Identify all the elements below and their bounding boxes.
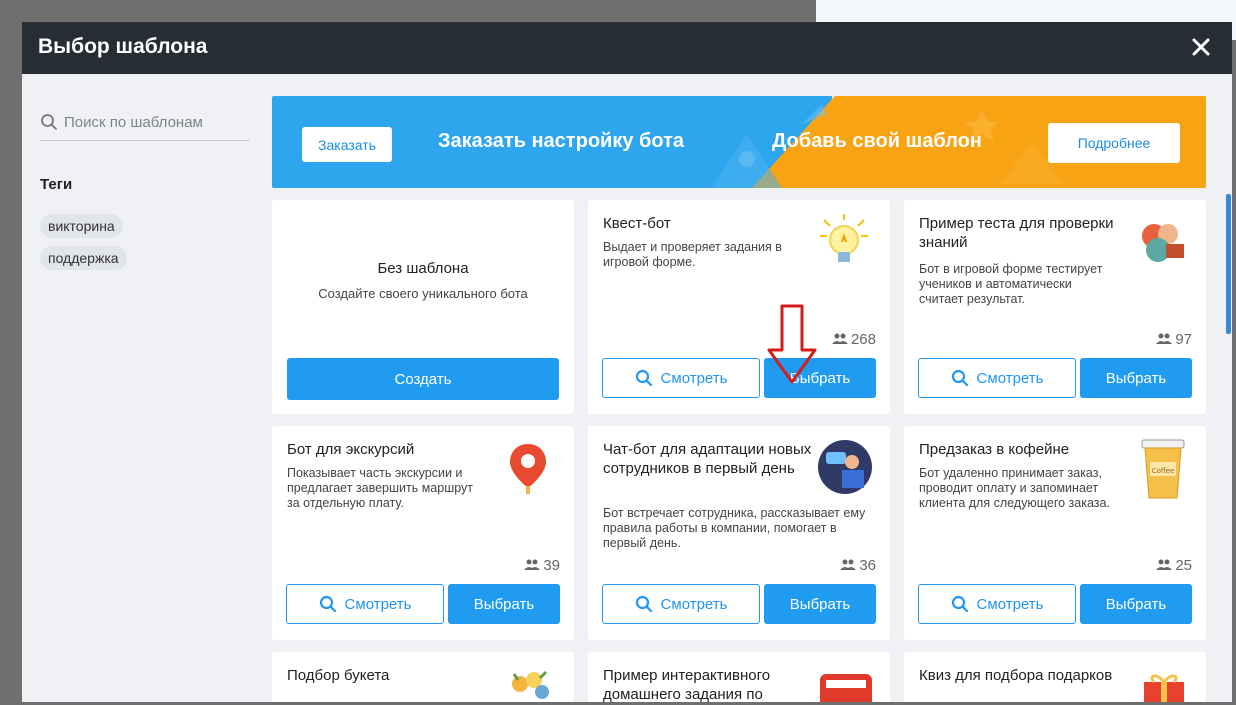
- gift-icon: [1144, 674, 1184, 702]
- view-button-label: Смотреть: [976, 595, 1044, 613]
- view-button[interactable]: Смотреть: [286, 584, 444, 624]
- users-count: 97: [1156, 331, 1192, 348]
- card-title: Пример теста для проверки знаний: [919, 215, 1114, 251]
- users-count: 39: [524, 557, 560, 574]
- view-button[interactable]: Смотреть: [918, 584, 1076, 624]
- employee-illustration-icon: [818, 440, 872, 494]
- student-illustration-icon: [1142, 224, 1184, 262]
- search-icon: [41, 114, 57, 130]
- template-card-blank: Без шаблона Создайте своего уникального …: [272, 200, 574, 414]
- down-arrow-annotation-icon: [767, 304, 817, 384]
- close-icon: [1192, 38, 1210, 56]
- users-icon: [524, 559, 541, 570]
- order-button[interactable]: Заказать: [302, 127, 392, 162]
- template-card-knowledge-test: Пример теста для проверки знаний Бот в и…: [904, 200, 1206, 414]
- tags-title: Теги: [40, 176, 73, 193]
- tag-quiz[interactable]: викторина: [40, 214, 123, 238]
- view-button[interactable]: Смотреть: [602, 358, 760, 398]
- sidebar: Теги викторина поддержка: [22, 74, 264, 702]
- template-card-coffee: Предзаказ в кофейне Бот удаленно принима…: [904, 426, 1206, 640]
- template-card-quest: Квест-бот Выдает и проверяет задания в и…: [588, 200, 890, 414]
- count-value: 36: [859, 557, 876, 574]
- users-count: 268: [831, 331, 876, 348]
- users-count: 36: [840, 557, 876, 574]
- tag-support[interactable]: поддержка: [40, 246, 127, 270]
- select-button[interactable]: Выбрать: [1080, 358, 1192, 398]
- users-count: 25: [1156, 557, 1192, 574]
- count-value: 25: [1175, 557, 1192, 574]
- bouquet-icon: [512, 670, 549, 699]
- search-icon: [635, 595, 652, 613]
- search-icon: [319, 595, 336, 613]
- template-card-bouquet: Подбор букета: [272, 652, 574, 702]
- view-button-label: Смотреть: [976, 369, 1044, 387]
- template-modal: Выбор шаблона Теги викторина поддержка: [22, 22, 1232, 702]
- card-description: Создайте своего уникального бота: [318, 286, 528, 301]
- search-input[interactable]: [64, 110, 250, 134]
- card-title: Пример интерактивного домашнего задания …: [603, 667, 771, 702]
- map-pin-icon: [510, 444, 546, 494]
- card-title: Чат-бот для адаптации новых сотрудников …: [603, 441, 812, 477]
- view-button-label: Смотреть: [344, 595, 412, 613]
- template-card-gift-quiz: Квиз для подбора подарков: [904, 652, 1206, 702]
- select-button[interactable]: Выбрать: [1080, 584, 1192, 624]
- card-title: Квест-бот: [603, 215, 671, 232]
- search-icon: [635, 369, 652, 387]
- scrollbar[interactable]: [1224, 74, 1232, 702]
- users-icon: [840, 559, 857, 570]
- scrollbar-thumb[interactable]: [1226, 194, 1231, 334]
- close-button[interactable]: [1186, 32, 1216, 62]
- svg-text:Coffee: Coffee: [1152, 467, 1175, 475]
- template-card-excursion: Бот для экскурсий Показывает часть экску…: [272, 426, 574, 640]
- count-value: 97: [1175, 331, 1192, 348]
- template-card-homework: Пример интерактивного домашнего задания …: [588, 652, 890, 702]
- users-icon: [1156, 559, 1173, 570]
- order-setup-text: Заказать настройку бота: [438, 130, 685, 152]
- card-title: Квиз для подбора подарков: [919, 667, 1113, 684]
- card-title: Предзаказ в кофейне: [919, 441, 1070, 458]
- promo-banner: Заказать Заказать настройку бота Добавь …: [272, 96, 1206, 188]
- users-icon: [831, 333, 848, 344]
- view-button-label: Смотреть: [660, 369, 728, 387]
- more-button[interactable]: Подробнее: [1048, 123, 1180, 163]
- modal-title: Выбор шаблона: [38, 35, 208, 58]
- template-grid: Заказать Заказать настройку бота Добавь …: [272, 96, 1207, 702]
- bus-icon: [820, 674, 872, 702]
- search-icon: [951, 369, 968, 387]
- card-title: Без шаблона: [377, 260, 469, 277]
- card-title: Бот для экскурсий: [287, 441, 415, 458]
- select-button[interactable]: Выбрать: [764, 584, 876, 624]
- view-button[interactable]: Смотреть: [602, 584, 760, 624]
- search-box: [40, 110, 250, 141]
- card-description: Бот удаленно принимает заказ, проводит о…: [919, 466, 1110, 510]
- view-button[interactable]: Смотреть: [918, 358, 1076, 398]
- view-button-label: Смотреть: [660, 595, 728, 613]
- card-description: Бот встречает сотрудника, рассказывает е…: [603, 506, 866, 550]
- count-value: 39: [543, 557, 560, 574]
- card-description: Выдает и проверяет задания в игровой фор…: [603, 240, 782, 269]
- template-card-onboarding: Чат-бот для адаптации новых сотрудников …: [588, 426, 890, 640]
- select-button[interactable]: Выбрать: [448, 584, 560, 624]
- search-icon: [951, 595, 968, 613]
- modal-header: Выбор шаблона: [22, 22, 1232, 74]
- lightbulb-icon: [820, 214, 868, 262]
- users-icon: [1156, 333, 1173, 344]
- coffee-cup-icon: Coffee: [1141, 439, 1185, 499]
- card-title: Подбор букета: [287, 667, 390, 684]
- card-description: Показывает часть экскурсии и предлагает …: [287, 466, 474, 510]
- create-button[interactable]: Создать: [287, 358, 559, 400]
- add-template-text: Добавь свой шаблон: [772, 130, 982, 152]
- count-value: 268: [850, 331, 876, 348]
- card-description: Бот в игровой форме тестирует учеников и…: [919, 262, 1103, 306]
